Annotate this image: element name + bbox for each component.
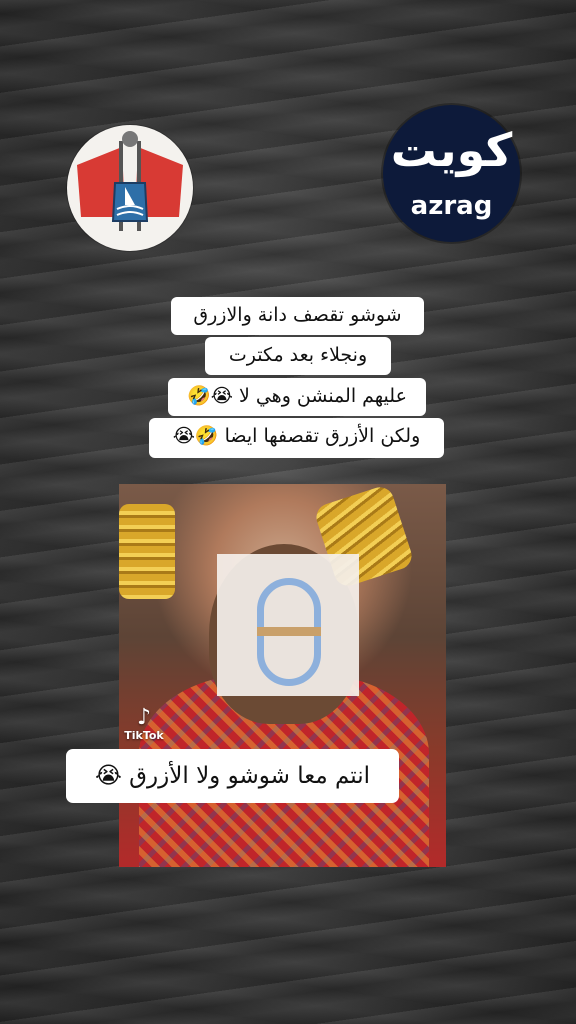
tiktok-note-icon: ♪ [136, 705, 152, 730]
crest-logo-icon [77, 131, 183, 231]
caption-line-4: ولكن الأزرق تقصفها ايضا 🤣😭 [149, 418, 444, 458]
caption-line-2: ونجلاء بعد مكترت [205, 337, 391, 375]
gold-bangles-left [119, 504, 175, 599]
photo-girl-in-traditional-dress [119, 484, 446, 867]
caption-line-3: عليهم المنشن وهي لا 😭🤣 [168, 378, 426, 416]
buckle-bar [257, 627, 321, 636]
kuwait-azrag-logo: كويت azrag [383, 105, 520, 242]
question-caption: انتم معا شوشو ولا الأزرق 😭 [66, 749, 399, 803]
azrag-logo-arabic: كويت [390, 123, 513, 177]
crest-logo [67, 125, 193, 251]
tiktok-watermark: ♪ TikTok [122, 706, 166, 742]
tiktok-label: TikTok [124, 729, 164, 742]
azrag-logo-english: azrag [410, 191, 493, 221]
caption-line-1: شوشو تقصف دانة والازرق [171, 297, 424, 335]
